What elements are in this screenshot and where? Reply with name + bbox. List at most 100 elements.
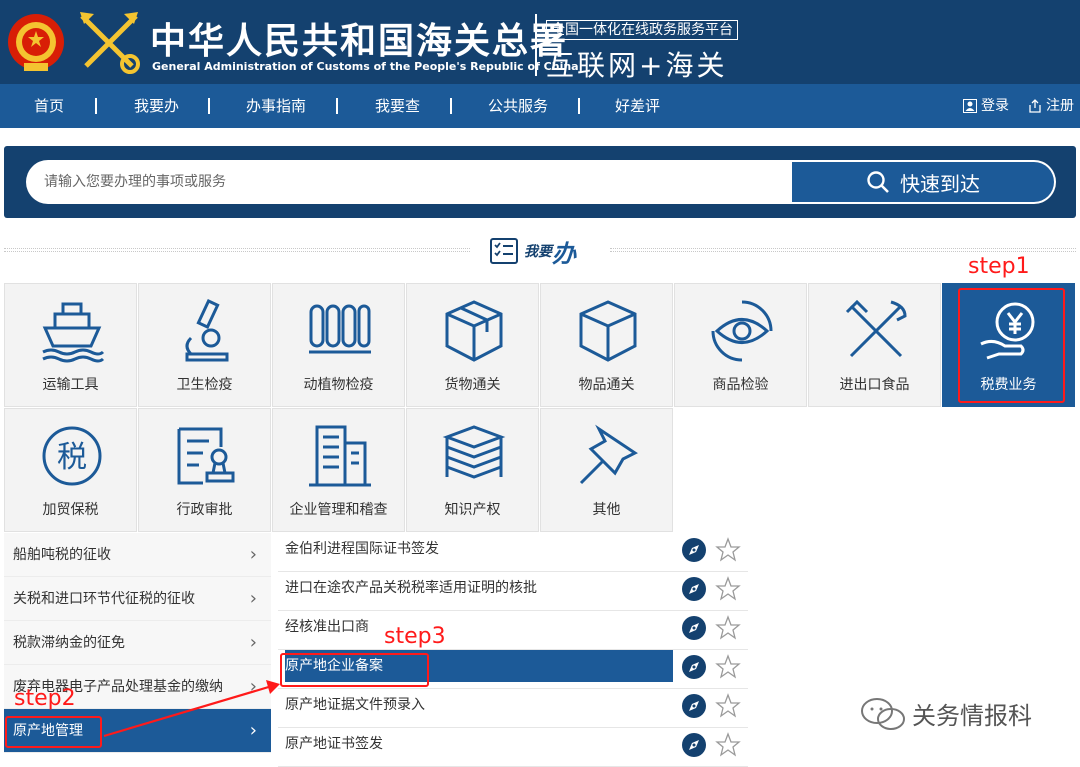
service-item[interactable]: 原产地证书签发 <box>278 728 748 767</box>
category-label: 税费业务 <box>980 377 1037 393</box>
category-tile-transport[interactable]: 运输工具 <box>4 283 137 407</box>
nav-item-rating[interactable]: 好差评 <box>615 84 660 128</box>
submenu-label: 原产地管理 <box>13 723 83 739</box>
section-rule-left <box>4 248 470 252</box>
login-label: 登录 <box>981 98 1009 114</box>
section-rule-right <box>610 248 1076 252</box>
category-tile-enterprise[interactable]: 企业管理和稽查 <box>272 408 405 532</box>
nav-item-query[interactable]: 我要查 <box>375 84 420 128</box>
star-icon[interactable] <box>715 654 741 680</box>
category-label: 商品检验 <box>712 377 769 393</box>
nav-item-public[interactable]: 公共服务 <box>488 84 548 128</box>
origin-services-list: 金伯利进程国际证书签发 进口在途农产品关税税率适用证明的核批 经核准出口商 原产… <box>278 533 748 767</box>
service-item[interactable]: 原产地证据文件预录入 <box>278 689 748 728</box>
test-tubes-icon <box>309 304 371 354</box>
category-label: 企业管理和稽查 <box>289 502 388 518</box>
login-link[interactable]: 登录 <box>963 84 1009 128</box>
section-title: 我要办 <box>490 236 590 268</box>
service-item-origin-registration[interactable]: 原产地企业备案 <box>278 650 748 689</box>
tax-circle-icon: 税 <box>42 426 102 486</box>
search-band: 快速到达 <box>4 146 1076 218</box>
header-divider <box>535 14 537 76</box>
chevron-right-icon: › <box>249 632 257 653</box>
service-label: 原产地证据文件预录入 <box>285 697 425 713</box>
svg-text:税: 税 <box>57 440 87 475</box>
quick-search-button[interactable]: 快速到达 <box>792 160 1056 204</box>
yen-hand-icon <box>980 302 1035 360</box>
nav-separator <box>450 98 452 114</box>
step3-label: step3 <box>384 624 446 649</box>
category-tile-tax[interactable]: 税费业务 <box>942 283 1075 407</box>
ship-icon <box>42 302 105 363</box>
service-item[interactable]: 经核准出口商 <box>278 611 748 650</box>
category-tile-articles[interactable]: 物品通关 <box>540 283 673 407</box>
section-title-big: 办 <box>552 239 576 268</box>
arrow-annotation <box>103 680 280 738</box>
share-icon <box>1029 99 1041 113</box>
chevron-right-icon: › <box>249 544 257 565</box>
national-emblem-icon <box>8 14 64 71</box>
compass-icon[interactable] <box>682 694 706 718</box>
building-icon <box>309 425 371 487</box>
compass-icon[interactable] <box>682 655 706 679</box>
register-link[interactable]: 注册 <box>1028 84 1074 128</box>
step2-label: step2 <box>14 686 76 711</box>
service-label: 金伯利进程国际证书签发 <box>285 541 439 557</box>
category-label: 知识产权 <box>444 502 501 518</box>
watermark-text: 关务情报科 <box>912 702 1032 730</box>
compass-icon[interactable] <box>682 538 706 562</box>
category-tile-quarantine[interactable]: 动植物检疫 <box>272 283 405 407</box>
pin-icon <box>579 424 638 485</box>
platform-name: 互联网+海关 <box>546 49 728 82</box>
nav-item-do[interactable]: 我要办 <box>134 84 179 128</box>
category-tile-food[interactable]: 进出口食品 <box>808 283 941 407</box>
category-tile-ip[interactable]: 知识产权 <box>406 408 539 532</box>
category-tile-approval[interactable]: 行政审批 <box>138 408 271 532</box>
category-label: 运输工具 <box>42 377 99 393</box>
submenu-item[interactable]: 关税和进口环节代征税的征收 › <box>4 577 271 621</box>
compass-icon[interactable] <box>682 616 706 640</box>
submenu-label: 关税和进口环节代征税的征收 <box>13 591 195 607</box>
submenu-label: 船舶吨税的征收 <box>13 547 111 563</box>
category-tile-bonded[interactable]: 税 加贸保税 <box>4 408 137 532</box>
customs-logo-icon <box>80 12 140 74</box>
service-item[interactable]: 金伯利进程国际证书签发 <box>278 533 748 572</box>
watermark: 关务情报科 <box>860 696 1032 731</box>
site-title: 中华人民共和国海关总署 <box>150 21 569 62</box>
service-item[interactable]: 进口在途农产品关税税率适用证明的核批 <box>278 572 748 611</box>
compass-icon[interactable] <box>682 577 706 601</box>
category-label: 物品通关 <box>578 377 635 393</box>
service-label: 进口在途农产品关税税率适用证明的核批 <box>285 580 537 596</box>
star-icon[interactable] <box>715 732 741 758</box>
star-icon[interactable] <box>715 576 741 602</box>
platform-badge: 全国一体化在线政务服务平台 <box>546 20 738 40</box>
nav-item-guide[interactable]: 办事指南 <box>246 84 306 128</box>
submenu-item[interactable]: 船舶吨税的征收 › <box>4 533 271 577</box>
books-icon <box>442 425 506 479</box>
search-icon <box>867 171 889 193</box>
category-tile-other[interactable]: 其他 <box>540 408 673 532</box>
microscope-icon <box>185 299 229 362</box>
nav-separator <box>336 98 338 114</box>
submenu-item[interactable]: 税款滞纳金的征免 › <box>4 621 271 665</box>
nav-separator <box>208 98 210 114</box>
site-header: 中华人民共和国海关总署 General Administration of Cu… <box>0 0 1080 84</box>
category-tile-goods[interactable]: 货物通关 <box>406 283 539 407</box>
compass-icon[interactable] <box>682 733 706 757</box>
category-tile-health[interactable]: 卫生检疫 <box>138 283 271 407</box>
category-label: 卫生检疫 <box>176 377 233 393</box>
category-label: 进出口食品 <box>839 377 910 393</box>
star-icon[interactable] <box>715 537 741 563</box>
user-icon <box>963 99 977 113</box>
category-tile-inspection[interactable]: 商品检验 <box>674 283 807 407</box>
star-icon[interactable] <box>715 693 741 719</box>
stamp-form-icon <box>177 427 235 485</box>
main-nav: 首页 我要办 办事指南 我要查 公共服务 好差评 登录 注册 <box>0 84 1080 128</box>
section-title-small: 我要 <box>524 244 552 260</box>
star-icon[interactable] <box>715 615 741 641</box>
fork-knife-icon <box>845 299 907 358</box>
nav-separator <box>95 98 97 114</box>
nav-item-home[interactable]: 首页 <box>34 84 64 128</box>
checklist-icon <box>490 238 518 264</box>
search-input[interactable] <box>26 160 794 204</box>
